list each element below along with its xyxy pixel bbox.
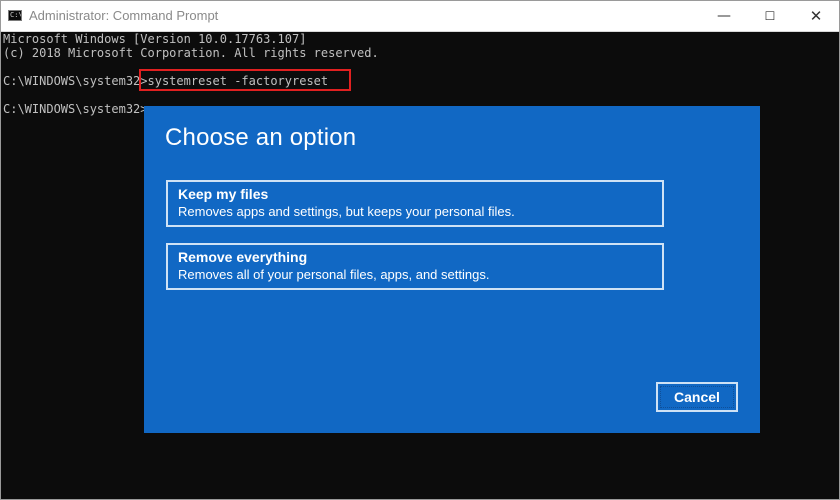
console-line: Microsoft Windows [Version 10.0.17763.10… [3, 32, 307, 46]
minimize-icon[interactable]: — [701, 1, 747, 31]
window-title: Administrator: Command Prompt [29, 8, 219, 23]
option-title: Remove everything [178, 249, 308, 265]
maximize-icon[interactable]: ☐ [747, 1, 793, 31]
remove-everything-option[interactable]: Remove everything Removes all of your pe… [166, 243, 664, 290]
console-prompt: C:\WINDOWS\system32> [3, 74, 148, 88]
option-title: Keep my files [178, 186, 269, 202]
command-highlight-box [139, 69, 351, 91]
console-line: (c) 2018 Microsoft Corporation. All righ… [3, 46, 379, 60]
console-prompt: C:\WINDOWS\system32> [3, 102, 148, 116]
option-description: Removes all of your personal files, apps… [178, 267, 490, 282]
keep-my-files-option[interactable]: Keep my files Removes apps and settings,… [166, 180, 664, 227]
close-icon[interactable]: ✕ [793, 1, 839, 31]
option-description: Removes apps and settings, but keeps you… [178, 204, 515, 219]
console-command-line: C:\WINDOWS\system32>systemreset -factory… [3, 74, 837, 88]
cmd-app-icon: C:\ [8, 10, 22, 21]
title-bar[interactable]: C:\ Administrator: Command Prompt — ☐ ✕ [1, 1, 839, 32]
reset-options-dialog: Choose an option Keep my files Removes a… [144, 106, 760, 433]
cancel-button[interactable]: Cancel [656, 382, 738, 412]
dialog-title: Choose an option [165, 124, 357, 151]
focus-outline [660, 386, 734, 408]
